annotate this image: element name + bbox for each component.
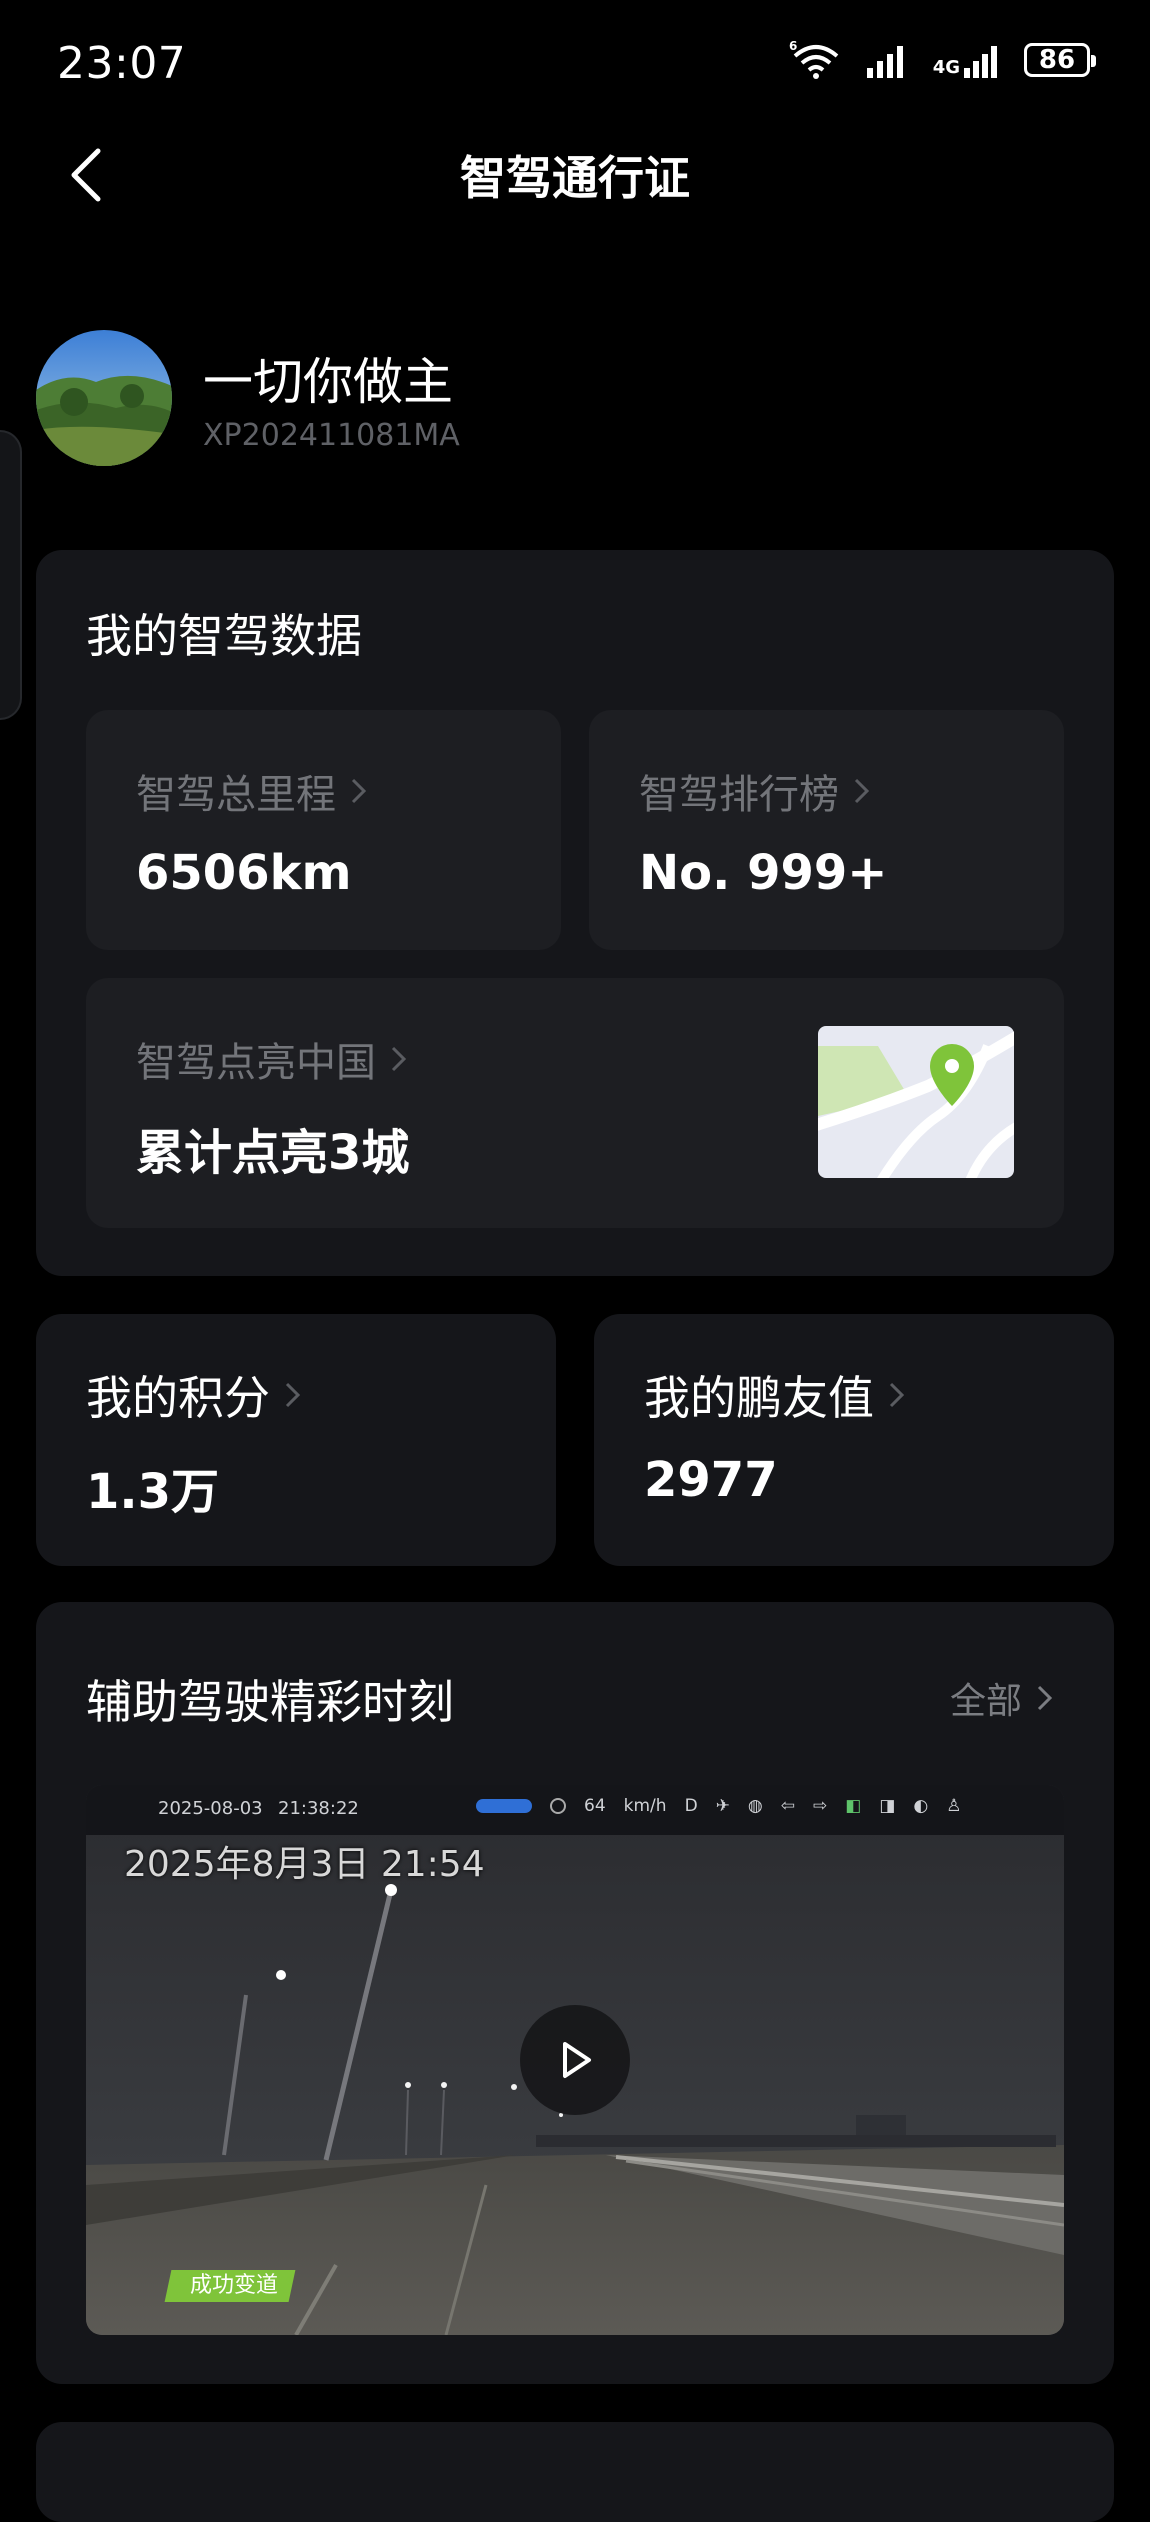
ranking-label: 智驾排行榜 <box>639 772 839 818</box>
avatar[interactable] <box>36 330 172 466</box>
status-time: 23:07 <box>57 38 187 89</box>
video-timestamp: 2025年8月3日 21:54 <box>124 1844 485 1885</box>
chevron-right-icon <box>351 778 367 804</box>
status-icons: 6 4G 86 <box>789 40 1096 80</box>
points-value: 1.3万 <box>86 1464 220 1520</box>
assist-icon: ✈ <box>715 1796 730 1816</box>
ranking-value: No. 999+ <box>639 845 888 901</box>
page-title: 智驾通行证 <box>460 151 690 205</box>
light-up-value: 累计点亮3城 <box>136 1125 410 1181</box>
view-all-label: 全部 <box>949 1681 1022 1722</box>
play-icon <box>563 2042 591 2078</box>
aeb-icon <box>550 1798 566 1814</box>
video-hud: 2025-08-03 21:38:22 64 km/h D ✈ ◍ ⇦ ⇨ ◧ … <box>86 1785 1064 1835</box>
chevron-right-icon <box>854 778 870 804</box>
user-name: 一切你做主 <box>203 353 453 411</box>
driving-data-card: 我的智驾数据 智驾总里程 6506km 智驾排行榜 No. 999+ 智驾点亮中… <box>36 550 1114 1276</box>
mileage-card[interactable]: 智驾总里程 6506km <box>86 710 561 950</box>
hud-date: 2025-08-03 <box>158 1798 263 1819</box>
hud-speed: 64 <box>584 1796 606 1816</box>
hud-speed-unit: km/h <box>623 1796 667 1816</box>
view-all-link[interactable]: 全部 <box>950 1672 1054 1724</box>
driving-data-title: 我的智驾数据 <box>86 609 362 663</box>
user-id: XP202411081MA <box>203 418 460 453</box>
light-up-label: 智驾点亮中国 <box>136 1040 376 1086</box>
hud-indicators: 64 km/h D ✈ ◍ ⇦ ⇨ ◧ ◨ ◐ ♙ <box>476 1796 961 1816</box>
chevron-right-icon <box>285 1382 301 1408</box>
chevron-right-icon <box>1037 1685 1053 1711</box>
lane-change-tag: 成功变道 <box>164 2270 296 2302</box>
battery-level: 86 <box>1038 45 1076 75</box>
network-label: 4G <box>932 57 960 78</box>
mileage-label-row: 智驾总里程 <box>136 762 368 820</box>
side-drawer-handle[interactable] <box>0 430 22 720</box>
light-up-china-card[interactable]: 智驾点亮中国 累计点亮3城 <box>86 978 1064 1228</box>
play-button[interactable] <box>520 2005 630 2115</box>
mileage-label: 智驾总里程 <box>136 772 336 818</box>
wifi-icon: 6 <box>789 40 838 79</box>
friend-value-value: 2977 <box>644 1452 778 1508</box>
ranking-card[interactable]: 智驾排行榜 No. 999+ <box>589 710 1064 950</box>
tire-icon: ◍ <box>747 1796 763 1816</box>
points-label-row: 我的积分 <box>86 1362 302 1428</box>
next-section-card <box>36 2422 1114 2522</box>
map-pin-icon <box>818 1026 1014 1178</box>
steering-assist-icon <box>476 1799 532 1813</box>
chevron-right-icon <box>391 1046 407 1072</box>
turn-left-icon: ⇦ <box>780 1796 795 1816</box>
chevron-right-icon <box>889 1382 905 1408</box>
fog-light-icon: ◐ <box>913 1796 929 1816</box>
turn-right-icon: ⇨ <box>813 1796 828 1816</box>
friend-value-label-row: 我的鹏友值 <box>644 1362 906 1428</box>
highlight-video[interactable]: 2025-08-03 21:38:22 64 km/h D ✈ ◍ ⇦ ⇨ ◧ … <box>86 1785 1064 2335</box>
light-up-label-row: 智驾点亮中国 <box>136 1030 408 1088</box>
points-card[interactable]: 我的积分 1.3万 <box>36 1314 556 1566</box>
headlight-icon: ◧ <box>845 1796 862 1816</box>
friend-value-label: 我的鹏友值 <box>644 1371 874 1425</box>
friend-value-card[interactable]: 我的鹏友值 2977 <box>594 1314 1114 1566</box>
highlights-title: 辅助驾驶精彩时刻 <box>86 1675 454 1729</box>
wifi-badge: 6 <box>789 40 797 53</box>
ranking-label-row: 智驾排行榜 <box>639 762 871 820</box>
signal-4g-icon: 4G <box>933 42 1002 78</box>
points-label: 我的积分 <box>86 1371 270 1425</box>
lane-change-tag-label: 成功变道 <box>190 2273 279 2298</box>
hud-time: 21:38:22 <box>278 1798 359 1819</box>
mileage-value: 6506km <box>136 845 352 901</box>
seatbelt-icon: ♙ <box>946 1796 962 1816</box>
battery-icon: 86 <box>1024 43 1096 77</box>
hud-gear: D <box>684 1796 698 1816</box>
signal-icon <box>866 46 903 78</box>
high-beam-icon: ◨ <box>879 1796 896 1816</box>
